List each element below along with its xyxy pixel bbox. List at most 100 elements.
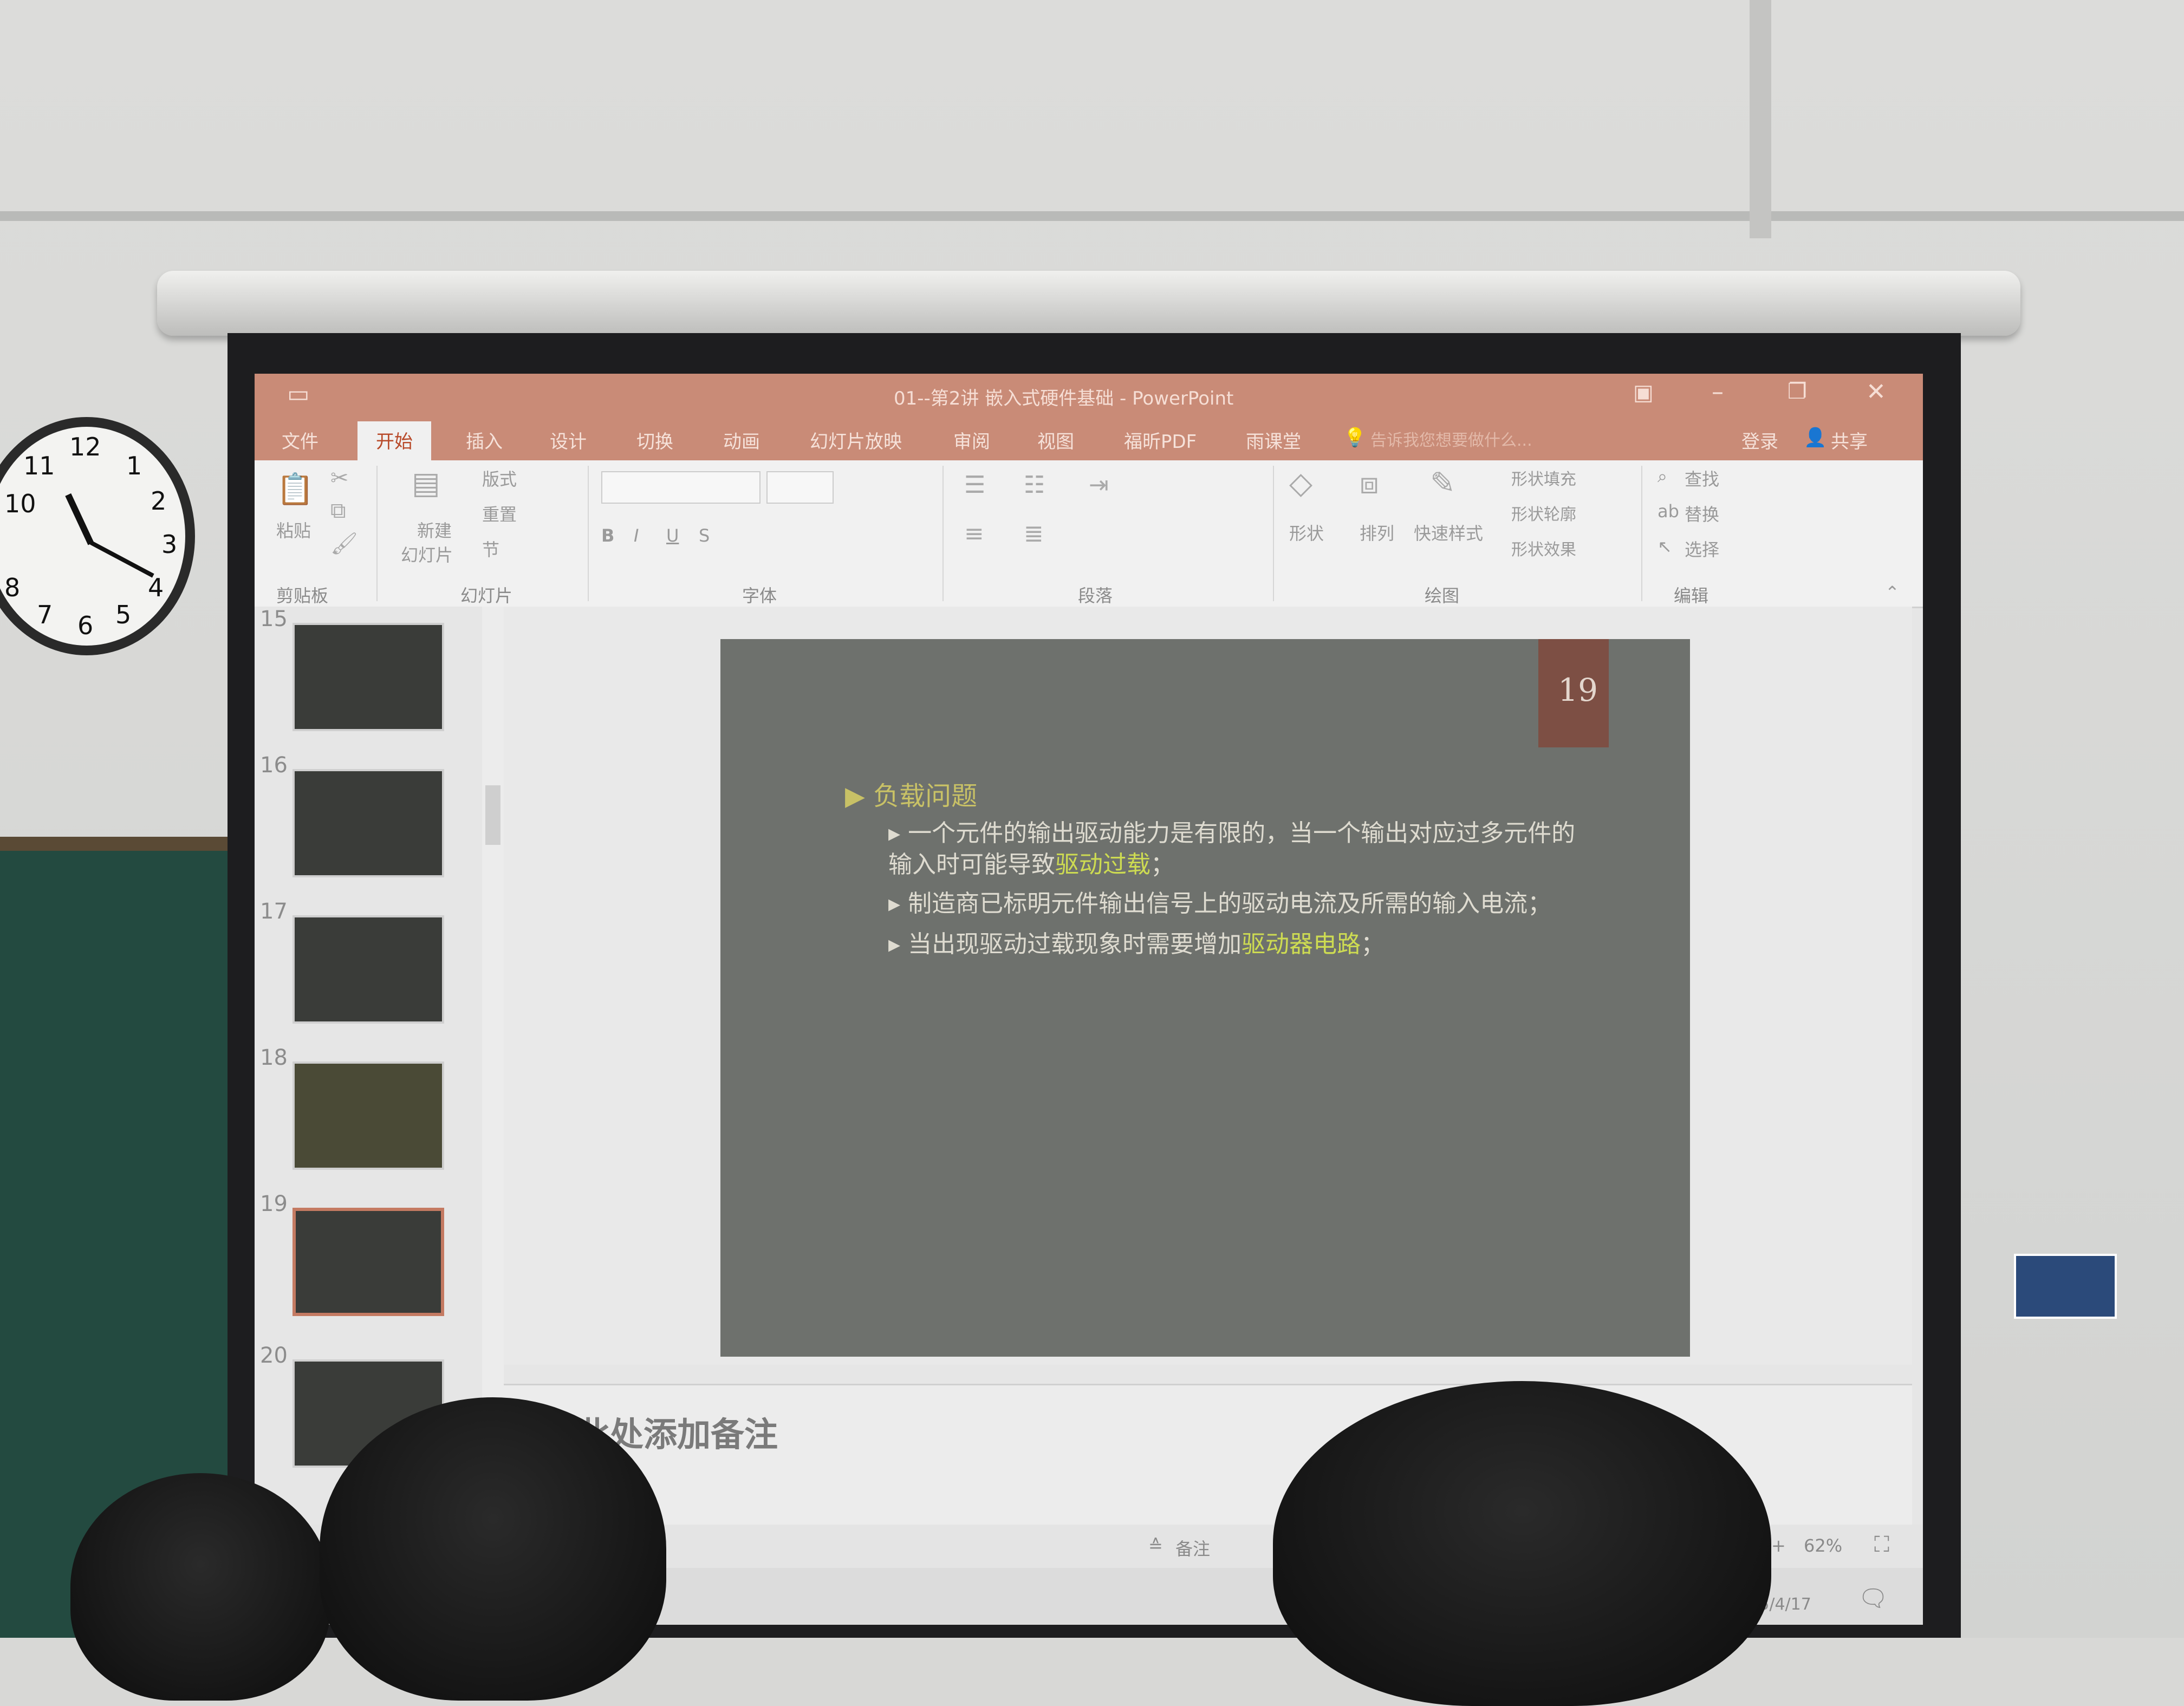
save-icon[interactable]: ▭	[287, 380, 310, 408]
layout-button[interactable]: 版式	[482, 466, 517, 491]
ribbon-home: 📋 粘贴 ✂ ⧉ 🖌 剪贴板 ▤ 新建 幻灯片 版式 重置 节 幻灯片 B I …	[255, 460, 1923, 608]
clipboard-group-label: 剪贴板	[276, 585, 329, 606]
search-icon[interactable]: ⌕	[1658, 466, 1667, 487]
align-left-icon[interactable]: ≡	[964, 520, 984, 548]
copy-icon[interactable]: ⧉	[330, 498, 346, 523]
cut-icon[interactable]: ✂	[330, 466, 349, 491]
clock-numeral: 6	[77, 611, 94, 640]
tab-transitions[interactable]: 切换	[636, 427, 673, 453]
audience-head	[70, 1473, 330, 1701]
clock-numeral: 11	[23, 451, 55, 480]
shape-fill-button[interactable]: 形状填充	[1511, 466, 1576, 490]
slide-thumbnail-15[interactable]	[292, 623, 444, 731]
slide-thumbnail-18[interactable]	[292, 1062, 444, 1170]
tab-slideshow[interactable]: 幻灯片放映	[810, 427, 902, 453]
user-icon: 👤	[1804, 427, 1827, 448]
tab-design[interactable]: 设计	[550, 427, 587, 453]
indent-icon[interactable]: ⇥	[1089, 471, 1109, 499]
scrollbar-thumb[interactable]	[485, 785, 500, 845]
new-slide-label[interactable]: 新建	[417, 517, 452, 542]
shape-outline-button[interactable]: 形状轮廓	[1511, 501, 1576, 525]
bullet-tail: ；	[1361, 930, 1385, 958]
ribbon-display-icon[interactable]: ▣	[1633, 380, 1654, 405]
divider	[1273, 466, 1274, 601]
minimize-icon[interactable]: –	[1712, 378, 1724, 406]
new-slide-icon[interactable]: ▤	[412, 466, 440, 501]
fit-slide-icon[interactable]: ⛶	[1874, 1532, 1889, 1557]
shape-effects-button[interactable]: 形状效果	[1511, 536, 1576, 560]
slide-thumbnail-17[interactable]	[292, 915, 444, 1024]
tab-foxit-pdf[interactable]: 福昕PDF	[1124, 427, 1197, 453]
cursor-icon[interactable]: ↖	[1658, 536, 1672, 557]
slide-thumbnail-16[interactable]	[292, 769, 444, 877]
shapes-button[interactable]: 形状	[1289, 520, 1324, 545]
quick-styles-icon[interactable]: ✎	[1430, 466, 1455, 501]
bullet-tail: ；	[1150, 851, 1174, 878]
zoom-in-icon[interactable]: +	[1771, 1535, 1786, 1556]
tab-home[interactable]: 开始	[358, 421, 431, 464]
new-slide-label2[interactable]: 幻灯片	[401, 542, 453, 567]
arrange-button[interactable]: 排列	[1360, 520, 1394, 545]
slide-heading: ▶ 负载问题	[845, 781, 978, 811]
arrange-icon[interactable]: ⧈	[1360, 466, 1379, 502]
collapse-ribbon-icon[interactable]: ⌃	[1885, 582, 1900, 603]
clock-numeral: 2	[151, 486, 167, 516]
numbering-icon[interactable]: ☷	[1024, 471, 1045, 499]
divider	[1641, 466, 1642, 601]
share-button[interactable]: 共享	[1831, 427, 1868, 453]
slide-number: 19	[1558, 672, 1598, 708]
bullet-text: 当出现驱动过载现象时需要增加	[908, 930, 1242, 958]
tab-insert[interactable]: 插入	[466, 427, 503, 453]
current-slide[interactable]: 19 ▶ 负载问题 ▸ 一个元件的输出驱动能力是有限的，当一个输出对应过多元件的…	[720, 639, 1690, 1357]
section-button[interactable]: 节	[482, 536, 499, 561]
font-group-label: 字体	[742, 585, 777, 606]
font-name-box[interactable]	[601, 471, 760, 504]
bold-button[interactable]: B	[601, 525, 614, 546]
ceiling-rail	[1750, 0, 1771, 238]
align-center-icon[interactable]: ≣	[1024, 520, 1044, 548]
tab-animations[interactable]: 动画	[723, 427, 760, 453]
tab-review[interactable]: 审阅	[953, 427, 990, 453]
shapes-icon[interactable]: ◇	[1289, 466, 1312, 501]
divider	[376, 466, 378, 601]
bullets-icon[interactable]: ☰	[964, 471, 985, 499]
zoom-level[interactable]: 62%	[1804, 1535, 1842, 1556]
window-title: 01--第2讲 嵌入式硬件基础 - PowerPoint	[894, 388, 1234, 409]
clock-numeral: 3	[161, 530, 178, 559]
close-icon[interactable]: ✕	[1866, 378, 1886, 406]
tab-file[interactable]: 文件	[282, 427, 318, 453]
audience-head	[1273, 1381, 1771, 1706]
notes-toggle-button[interactable]: 备注	[1175, 1535, 1210, 1560]
drawing-group-label: 绘图	[1425, 585, 1460, 606]
bullet-text: 一个元件的输出驱动能力是有限的，当一个输出对应过多元件的输入时可能导致	[888, 819, 1576, 878]
find-button[interactable]: 查找	[1685, 466, 1719, 491]
replace-button[interactable]: 替换	[1685, 501, 1719, 526]
tell-me-box[interactable]: 告诉我您想要做什么...	[1370, 427, 1532, 451]
reset-button[interactable]: 重置	[482, 501, 517, 526]
title-bar: ▭ 01--第2讲 嵌入式硬件基础 - PowerPoint ▣ – ❐ ✕	[255, 374, 1923, 417]
notes-toggle-icon[interactable]: ≙	[1148, 1535, 1163, 1556]
clock-numeral: 12	[69, 432, 101, 461]
quick-styles-button[interactable]: 快速样式	[1414, 520, 1483, 545]
audience-head	[320, 1397, 666, 1701]
underline-button[interactable]: U	[666, 525, 679, 546]
tab-rain-classroom[interactable]: 雨课堂	[1246, 427, 1301, 453]
shadow-button[interactable]: S	[699, 525, 710, 546]
slide-bullet-3: ▸ 当出现驱动过载现象时需要增加驱动器电路；	[888, 930, 1385, 958]
paste-icon[interactable]: 📋	[276, 471, 314, 507]
replace-icon[interactable]: ab	[1658, 501, 1679, 522]
font-size-box[interactable]	[766, 471, 834, 504]
clock-numeral: 10	[4, 489, 36, 518]
select-button[interactable]: 选择	[1685, 536, 1719, 561]
italic-button[interactable]: I	[634, 525, 639, 546]
divider	[588, 466, 589, 601]
thumbnail-scrollbar[interactable]	[482, 607, 504, 1484]
slide-thumbnail-19[interactable]	[292, 1208, 444, 1316]
paste-label[interactable]: 粘贴	[276, 517, 311, 542]
tab-view[interactable]: 视图	[1037, 427, 1074, 453]
thumbnail-number: 17	[260, 899, 288, 924]
restore-icon[interactable]: ❐	[1787, 379, 1807, 404]
notification-icon[interactable]: 🗨	[1858, 1584, 1888, 1612]
format-painter-icon[interactable]: 🖌	[330, 531, 358, 556]
sign-in-link[interactable]: 登录	[1741, 427, 1778, 453]
